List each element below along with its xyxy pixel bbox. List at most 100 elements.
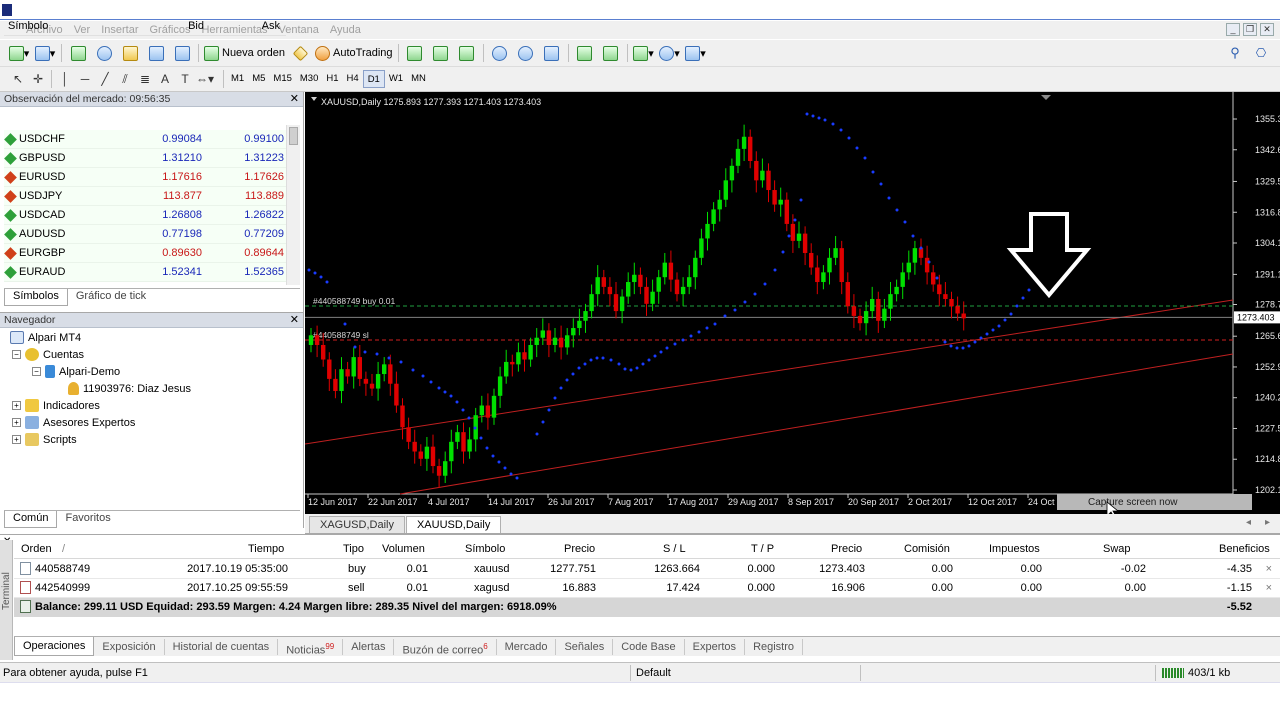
market-watch-row[interactable]: GBPUSD 1.31210 1.31223	[4, 149, 286, 168]
shapes-icon[interactable]: ⇔▾	[195, 72, 215, 86]
market-watch-row[interactable]: USDCHF 0.99084 0.99100	[4, 130, 286, 149]
terminal-tab[interactable]: Mercado	[497, 638, 557, 655]
tab-comun[interactable]: Común	[4, 511, 58, 528]
expand-icon[interactable]: +	[12, 435, 21, 444]
chart-canvas[interactable]: 1355.335 1342.630 1329.540 1316.815 1304.120…	[305, 92, 1280, 514]
data-window-button[interactable]	[93, 42, 115, 64]
tab-simbolos[interactable]: Símbolos	[4, 289, 68, 306]
tab-xagusd-daily[interactable]: XAGUSD,Daily	[309, 516, 405, 533]
community-button[interactable]: ⎔	[1250, 42, 1272, 64]
terminal-tab[interactable]: Registro	[745, 638, 804, 655]
indicators-button[interactable]: ▾	[633, 42, 655, 64]
autotrading-button[interactable]: AutoTrading	[315, 42, 393, 64]
close-order-button[interactable]: ×	[1266, 582, 1272, 594]
collapse-icon[interactable]: −	[32, 367, 41, 376]
col-simbolo[interactable]: Símbolo	[465, 543, 505, 555]
terminal-tab[interactable]: Señales	[556, 638, 614, 655]
scroll-thumb[interactable]	[289, 127, 298, 145]
terminal-tab[interactable]: Buzón de correo6	[394, 638, 497, 656]
terminal-tab[interactable]: Exposición	[94, 638, 165, 655]
bar-chart-button[interactable]	[404, 42, 426, 64]
tree-root[interactable]: Alpari MT4	[10, 331, 81, 344]
col-precio[interactable]: Precio	[564, 543, 595, 555]
minimize-icon[interactable]: _	[1226, 23, 1240, 36]
tester-button[interactable]	[171, 42, 193, 64]
market-watch-row[interactable]: AUDUSD 0.77198 0.77209	[4, 225, 286, 244]
channel-icon[interactable]: ⫽	[115, 72, 135, 87]
new-order-button[interactable]: Nueva orden	[204, 42, 285, 64]
market-watch-button[interactable]	[67, 42, 89, 64]
candle-chart-button[interactable]	[430, 42, 452, 64]
zoom-out-button[interactable]	[515, 42, 537, 64]
col-impuestos[interactable]: Impuestos	[989, 543, 1040, 555]
timeframe-h1[interactable]: H1	[322, 70, 342, 88]
col-tiempo[interactable]: Tiempo	[248, 543, 284, 555]
timeframe-m5[interactable]: M5	[248, 70, 269, 88]
restore-icon[interactable]: ❐	[1243, 23, 1257, 36]
market-watch-row[interactable]: USDJPY 113.877 113.889	[4, 187, 286, 206]
horizontal-line-icon[interactable]: ─	[75, 72, 95, 86]
navigator-button[interactable]	[119, 42, 141, 64]
col-swap[interactable]: Swap	[1103, 543, 1131, 555]
periods-button[interactable]: ▾	[659, 42, 681, 64]
close-icon[interactable]: ✕	[290, 92, 299, 105]
tree-user[interactable]: 11903976: Diaz Jesus	[68, 382, 191, 395]
market-watch-scrollbar[interactable]	[286, 125, 300, 285]
expand-icon[interactable]: +	[12, 418, 21, 427]
terminal-tab[interactable]: Expertos	[685, 638, 746, 655]
close-icon[interactable]: ✕	[290, 313, 299, 326]
search-button[interactable]: ⚲	[1224, 42, 1246, 64]
tab-favoritos[interactable]: Favoritos	[57, 511, 118, 528]
col-beneficios[interactable]: Beneficios	[1219, 543, 1270, 555]
timeframe-m15[interactable]: M15	[269, 70, 295, 88]
text-tool-icon[interactable]: A	[155, 72, 175, 86]
tab-grafico-tick[interactable]: Gráfico de tick	[68, 289, 154, 306]
vertical-line-icon[interactable]: │	[55, 72, 75, 86]
order-row[interactable]: 440588749 2017.10.19 05:35:00 buy 0.01 x…	[14, 560, 1280, 579]
tree-indicators[interactable]: + Indicadores	[12, 399, 100, 412]
col-ask[interactable]: Ask	[204, 20, 280, 32]
cursor-icon[interactable]: ↖	[8, 72, 28, 86]
timeframe-h4[interactable]: H4	[343, 70, 363, 88]
auto-scroll-button[interactable]	[574, 42, 596, 64]
timeframe-m30[interactable]: M30	[296, 70, 322, 88]
collapse-icon[interactable]: −	[12, 350, 21, 359]
crosshair-tool-icon[interactable]: ✛	[28, 72, 48, 86]
price-chart[interactable]: 1355.335 1342.630 1329.540 1316.815 1304.120…	[305, 92, 1280, 514]
menu-ventana[interactable]: Ventana	[279, 24, 330, 36]
col-bid[interactable]: Bid	[124, 20, 204, 32]
timeframe-w1[interactable]: W1	[385, 70, 407, 88]
new-chart-button[interactable]: ▾	[8, 42, 30, 64]
terminal-tab[interactable]: Noticias99	[278, 638, 344, 656]
close-order-button[interactable]: ×	[1266, 563, 1272, 575]
metaeditor-button[interactable]	[289, 42, 311, 64]
col-tipo[interactable]: Tipo	[343, 543, 364, 555]
tab-scroll-left-icon[interactable]: ◂	[1246, 517, 1251, 528]
terminal-tab[interactable]: Alertas	[343, 638, 395, 655]
menu-ayuda[interactable]: Ayuda	[330, 24, 372, 36]
terminal-tab[interactable]: Operaciones	[14, 637, 95, 656]
label-tool-icon[interactable]: T	[175, 72, 195, 86]
col-tp[interactable]: T / P	[751, 543, 774, 555]
col-comision[interactable]: Comisión	[904, 543, 950, 555]
market-watch-row[interactable]: EURGBP 0.89630 0.89644	[4, 244, 286, 263]
timeframe-mn[interactable]: MN	[407, 70, 430, 88]
profiles-button[interactable]: ▾	[34, 42, 56, 64]
tile-windows-button[interactable]	[541, 42, 563, 64]
timeframe-d1[interactable]: D1	[362, 70, 385, 88]
chart-shift-button[interactable]	[600, 42, 622, 64]
col-sl[interactable]: S / L	[663, 543, 686, 555]
terminal-button[interactable]	[145, 42, 167, 64]
timeframe-m1[interactable]: M1	[227, 70, 248, 88]
market-watch-row[interactable]: USDCAD 1.26808 1.26822	[4, 206, 286, 225]
tab-xauusd-daily[interactable]: XAUUSD,Daily	[405, 516, 502, 533]
terminal-tab[interactable]: Code Base	[613, 638, 685, 655]
market-watch-row[interactable]: EURAUD 1.52341 1.52365	[4, 263, 286, 282]
close-icon[interactable]: ✕	[1260, 23, 1274, 36]
templates-button[interactable]: ▾	[685, 42, 707, 64]
col-precio-actual[interactable]: Precio	[831, 543, 862, 555]
order-row[interactable]: 442540999 2017.10.25 09:55:59 sell 0.01 …	[14, 579, 1280, 598]
fibonacci-icon[interactable]: ≣	[135, 72, 155, 86]
line-chart-button[interactable]	[456, 42, 478, 64]
trendline-icon[interactable]: ╱	[95, 72, 115, 86]
